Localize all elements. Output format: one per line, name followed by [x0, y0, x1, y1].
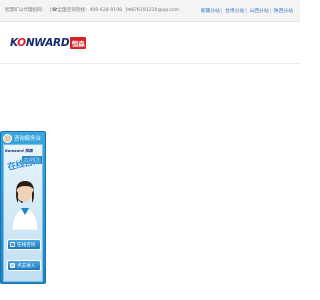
enter-label: 点击进入: [17, 263, 36, 269]
agent-illustration: [11, 181, 39, 230]
agent-avatar-icon: [3, 133, 12, 143]
widget-title: 咨询服务台: [14, 136, 41, 142]
logo-cn-badge: 恒森: [70, 37, 87, 49]
top-bar-contact: 智慧矿山代理招商： [☎全国咨询热线：400-628-9198 [✉876191…: [5, 7, 181, 13]
widget-header: 咨询服务台: [1, 132, 47, 144]
substation-link-shaanxi[interactable]: 陕西分站: [274, 9, 293, 14]
substation-link-xinjiang[interactable]: 新疆分站: [201, 9, 220, 14]
email-text[interactable]: [✉876191210@qq.com: [126, 8, 180, 13]
substation-link-gansu[interactable]: 甘肃分站: [225, 9, 244, 14]
separator: |: [245, 9, 247, 14]
top-bar: 智慧矿山代理招商： [☎全国咨询热线：400-628-9198 [✉876191…: [0, 0, 300, 22]
site-header: KONWARD 恒森: [0, 22, 300, 67]
header-divider: [0, 63, 300, 64]
site-logo[interactable]: KONWARD 恒森: [10, 36, 87, 50]
chat-icon: ✉: [10, 263, 15, 268]
widget-slogan: 在线咨询: [6, 156, 42, 173]
logo-wordmark: KONWARD: [10, 37, 70, 49]
substation-links: 新疆分站| 甘肃分站| 山西分站| 陕西分站: [201, 7, 293, 14]
widget-body: Konward 恒森 在线客服 在线咨询 ☎ 在线咨询 ✉ 点击进入: [3, 144, 43, 282]
separator: |: [269, 9, 272, 14]
widget-brand: Konward 恒森: [5, 148, 33, 153]
enter-button[interactable]: ✉ 点击进入: [7, 260, 41, 271]
online-consult-label: 在线咨询: [17, 242, 36, 248]
online-consult-button[interactable]: ☎ 在线咨询: [7, 239, 41, 250]
hotline-text: [☎全国咨询热线：400-628-9198: [49, 8, 123, 13]
separator: |: [220, 9, 223, 14]
customer-service-widget: 咨询服务台 Konward 恒森 在线客服 在线咨询 ☎ 在线咨询 ✉ 点击进入: [0, 131, 46, 284]
substation-link-shanxi[interactable]: 山西分站: [249, 9, 268, 14]
site-slogan: 智慧矿山代理招商：: [5, 8, 47, 13]
phone-icon: ☎: [10, 242, 15, 247]
